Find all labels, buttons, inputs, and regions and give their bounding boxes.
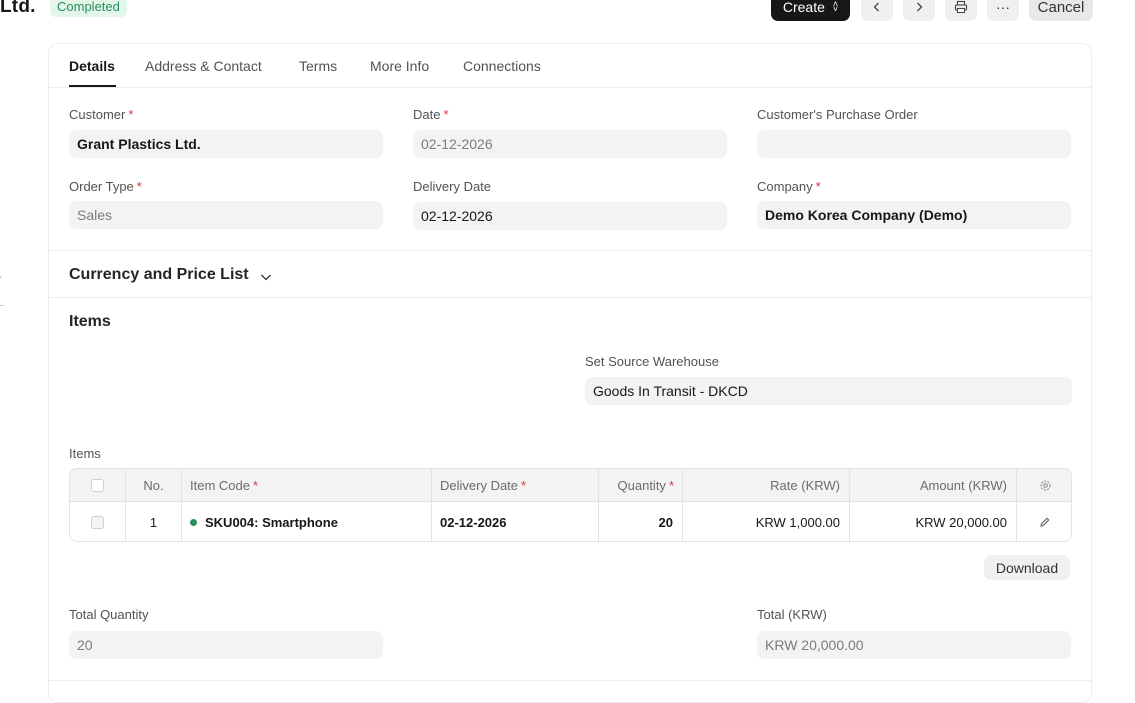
download-button[interactable]: Download bbox=[984, 555, 1070, 580]
total-quantity-field: 20 bbox=[69, 631, 383, 659]
row-edit-button[interactable] bbox=[1017, 502, 1071, 541]
items-table-label: Items bbox=[69, 446, 101, 461]
col-no: No. bbox=[126, 469, 182, 501]
form-card: Details Address & Contact Terms More Inf… bbox=[48, 43, 1092, 703]
select-all-cell bbox=[70, 469, 126, 501]
tab-more-info[interactable]: More Info bbox=[370, 58, 429, 74]
select-all-checkbox[interactable] bbox=[91, 478, 104, 492]
customer-po-field[interactable] bbox=[757, 130, 1071, 158]
page-title: Ltd. bbox=[0, 0, 36, 17]
row-rate[interactable]: KRW 1,000.00 bbox=[683, 502, 850, 541]
print-button[interactable] bbox=[945, 0, 977, 21]
cancel-button-label: Cancel bbox=[1037, 0, 1085, 16]
create-button-label: Create bbox=[782, 0, 825, 15]
chevron-right-icon bbox=[917, 2, 923, 12]
total-quantity-label: Total Quantity bbox=[69, 607, 149, 622]
sidebar-edge-line bbox=[0, 305, 4, 306]
status-badge: Completed bbox=[50, 0, 127, 17]
items-table: No. Item Code * Delivery Date * Quantity * … bbox=[69, 468, 1072, 542]
more-actions-button[interactable]: ··· bbox=[987, 0, 1019, 21]
page-header: Ltd. Completed Create ˄ ˅ ··· Cancel bbox=[0, 0, 1135, 28]
row-no: 1 bbox=[126, 502, 182, 541]
section-divider bbox=[49, 250, 1091, 251]
column-settings-button[interactable] bbox=[1017, 469, 1071, 501]
create-button[interactable]: Create ˄ ˅ bbox=[771, 0, 850, 21]
more-icon: ··· bbox=[996, 0, 1010, 15]
date-field[interactable]: 02-12-2026 bbox=[413, 130, 727, 158]
table-header: No. Item Code * Delivery Date * Quantity * … bbox=[70, 469, 1071, 502]
tab-terms[interactable]: Terms bbox=[299, 58, 337, 74]
delivery-date-field[interactable]: 02-12-2026 bbox=[413, 202, 727, 230]
currency-price-list-section-toggle[interactable]: Currency and Price List bbox=[69, 266, 273, 284]
form-tabs: Details Address & Contact Terms More Inf… bbox=[49, 44, 1091, 88]
sort-updown-icon: ˄ ˅ bbox=[832, 0, 839, 14]
company-field[interactable]: Demo Korea Company (Demo) bbox=[757, 201, 1071, 229]
col-item-code: Item Code * bbox=[182, 469, 432, 501]
row-quantity[interactable]: 20 bbox=[599, 502, 683, 541]
active-tab-indicator bbox=[69, 85, 116, 87]
row-item-code[interactable]: SKU004: Smartphone bbox=[182, 502, 432, 541]
items-section-title: Items bbox=[69, 313, 111, 330]
col-rate: Rate (KRW) bbox=[683, 469, 850, 501]
pencil-icon bbox=[1040, 517, 1050, 527]
row-amount: KRW 20,000.00 bbox=[850, 502, 1017, 541]
col-quantity: Quantity * bbox=[599, 469, 683, 501]
section-divider bbox=[49, 680, 1091, 681]
download-button-label: Download bbox=[995, 559, 1059, 576]
cancel-button[interactable]: Cancel bbox=[1029, 0, 1093, 21]
row-select-cell bbox=[70, 502, 126, 541]
total-krw-field: KRW 20,000.00 bbox=[757, 631, 1071, 659]
status-dot-icon bbox=[190, 518, 197, 526]
tab-address-contact[interactable]: Address & Contact bbox=[145, 58, 262, 74]
printer-icon bbox=[954, 0, 968, 14]
tab-connections[interactable]: Connections bbox=[463, 58, 541, 74]
section-divider bbox=[49, 297, 1091, 298]
col-delivery-date: Delivery Date * bbox=[432, 469, 599, 501]
next-document-button[interactable] bbox=[903, 0, 935, 21]
customer-field[interactable]: Grant Plastics Ltd. bbox=[69, 130, 383, 158]
order-type-label: Order Type * bbox=[69, 179, 142, 194]
chevron-left-icon bbox=[873, 2, 879, 12]
row-select-checkbox[interactable] bbox=[91, 515, 104, 529]
table-row[interactable]: 1 SKU004: Smartphone 02-12-2026 20 KRW 1… bbox=[70, 502, 1071, 541]
tab-details[interactable]: Details bbox=[69, 58, 115, 74]
row-delivery-date[interactable]: 02-12-2026 bbox=[432, 502, 599, 541]
total-krw-label: Total (KRW) bbox=[757, 607, 827, 622]
source-warehouse-field[interactable]: Goods In Transit - DKCD bbox=[585, 377, 1072, 405]
delivery-date-label: Delivery Date bbox=[413, 179, 492, 194]
source-warehouse-label: Set Source Warehouse bbox=[585, 354, 719, 369]
previous-document-button[interactable] bbox=[861, 0, 893, 21]
customer-label: Customer * bbox=[69, 107, 134, 122]
company-label: Company * bbox=[757, 179, 821, 194]
customer-po-label: Customer's Purchase Order bbox=[757, 107, 918, 122]
currency-section-title: Currency and Price List bbox=[69, 266, 249, 283]
date-label: Date * bbox=[413, 107, 449, 122]
gear-icon bbox=[1039, 479, 1051, 491]
col-amount: Amount (KRW) bbox=[850, 469, 1017, 501]
chevron-down-icon bbox=[260, 274, 271, 281]
order-type-field[interactable]: Sales bbox=[69, 201, 383, 229]
